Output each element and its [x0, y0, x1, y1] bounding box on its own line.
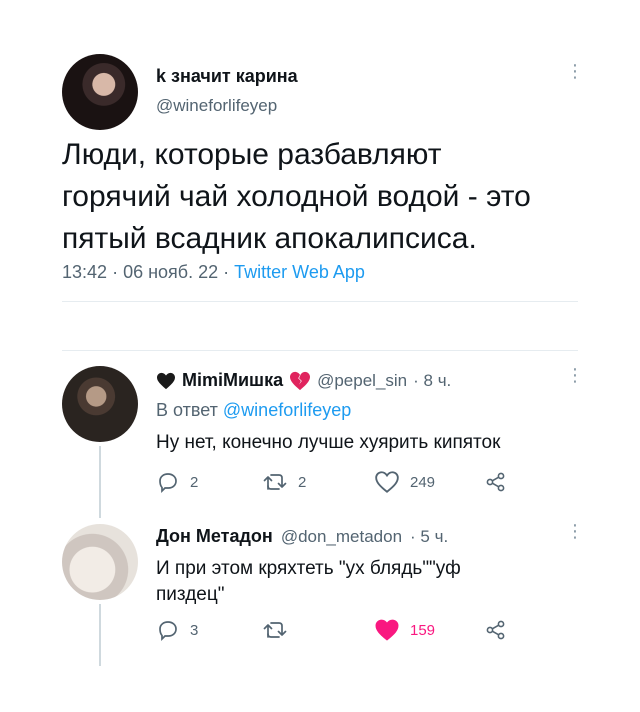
share-action[interactable] — [484, 470, 508, 494]
reply-icon — [159, 621, 177, 642]
reply-text-line: пиздец" — [156, 584, 225, 605]
tweet-text-line: пятый всадник апокалипсиса. — [62, 222, 477, 255]
reply-header: Дон Метадон @don_metadon · 5 ч. — [156, 526, 448, 547]
reply-header: MimiМишка @pepel_sin · 8 ч. — [156, 370, 451, 391]
black-heart-icon — [157, 372, 175, 389]
reply-age[interactable]: · 8 ч. — [413, 371, 451, 391]
divider — [62, 350, 578, 351]
meta-separator: · — [223, 262, 230, 282]
tweet-source[interactable]: Twitter Web App — [234, 262, 365, 282]
retweet-action[interactable]: 2 — [262, 470, 306, 494]
reply-text-line: Ну нет, конечно лучше хуярить кипяток — [156, 432, 501, 453]
share-icon — [486, 472, 505, 492]
broken-heart-icon — [290, 371, 311, 390]
reply-handle[interactable]: @pepel_sin — [317, 371, 407, 391]
like-action[interactable]: 159 — [374, 618, 435, 642]
tweet-text: Люди, которые разбавляют горячий чай хол… — [62, 134, 582, 260]
tweet-text-line: Люди, которые разбавляют — [62, 138, 442, 171]
retweet-icon — [263, 622, 287, 638]
reply-count: 2 — [190, 473, 199, 491]
tweet-date[interactable]: 06 нояб. 22 — [123, 262, 218, 282]
share-icon — [486, 620, 505, 640]
reply-age[interactable]: · 5 ч. — [410, 527, 448, 547]
divider — [62, 301, 578, 302]
retweet-count: 2 — [298, 473, 307, 491]
more-icon[interactable]: ⋮ — [566, 62, 584, 80]
reply-to: В ответ @wineforlifeyep — [156, 400, 351, 421]
reply-avatar[interactable] — [62, 366, 138, 442]
reply-display-name[interactable]: MimiМишка — [182, 370, 283, 391]
like-action[interactable]: 249 — [374, 470, 435, 494]
reply-count: 3 — [190, 621, 199, 639]
retweet-icon — [263, 474, 287, 490]
author-handle[interactable]: @wineforlifeyep — [156, 96, 277, 116]
author-display-name[interactable]: k значит карина — [156, 66, 298, 87]
tweet-meta: 13:42 · 06 нояб. 22 · Twitter Web App — [62, 262, 365, 283]
more-icon[interactable]: ⋮ — [566, 366, 584, 384]
thread-line — [99, 604, 101, 666]
author-avatar[interactable] — [62, 54, 138, 130]
heart-icon — [375, 619, 399, 641]
reply-icon — [159, 473, 177, 494]
like-count: 249 — [410, 473, 436, 491]
reply-action[interactable]: 2 — [156, 470, 198, 494]
reply-action[interactable]: 3 — [156, 618, 198, 642]
reply-to-label: В ответ — [156, 400, 218, 420]
share-action[interactable] — [484, 618, 508, 642]
reply-handle[interactable]: @don_metadon — [281, 527, 402, 547]
reply-text: И при этом кряхтеть "ух блядь""уф пиздец… — [156, 556, 461, 608]
reply-to-handle[interactable]: @wineforlifeyep — [223, 400, 351, 420]
tweet-time[interactable]: 13:42 — [62, 262, 107, 282]
reply-display-name[interactable]: Дон Метадон — [156, 526, 273, 547]
more-icon[interactable]: ⋮ — [566, 522, 584, 540]
reply-avatar[interactable] — [62, 524, 138, 600]
meta-separator: · — [112, 262, 119, 282]
tweet-text-line: горячий чай холодной водой - это — [62, 180, 531, 213]
heart-icon — [375, 471, 399, 493]
like-count: 159 — [410, 621, 436, 639]
reply-text: Ну нет, конечно лучше хуярить кипяток — [156, 430, 500, 456]
reply-text-line: И при этом кряхтеть "ух блядь""уф — [156, 558, 461, 579]
retweet-action[interactable] — [262, 618, 298, 642]
thread-line — [99, 446, 101, 518]
